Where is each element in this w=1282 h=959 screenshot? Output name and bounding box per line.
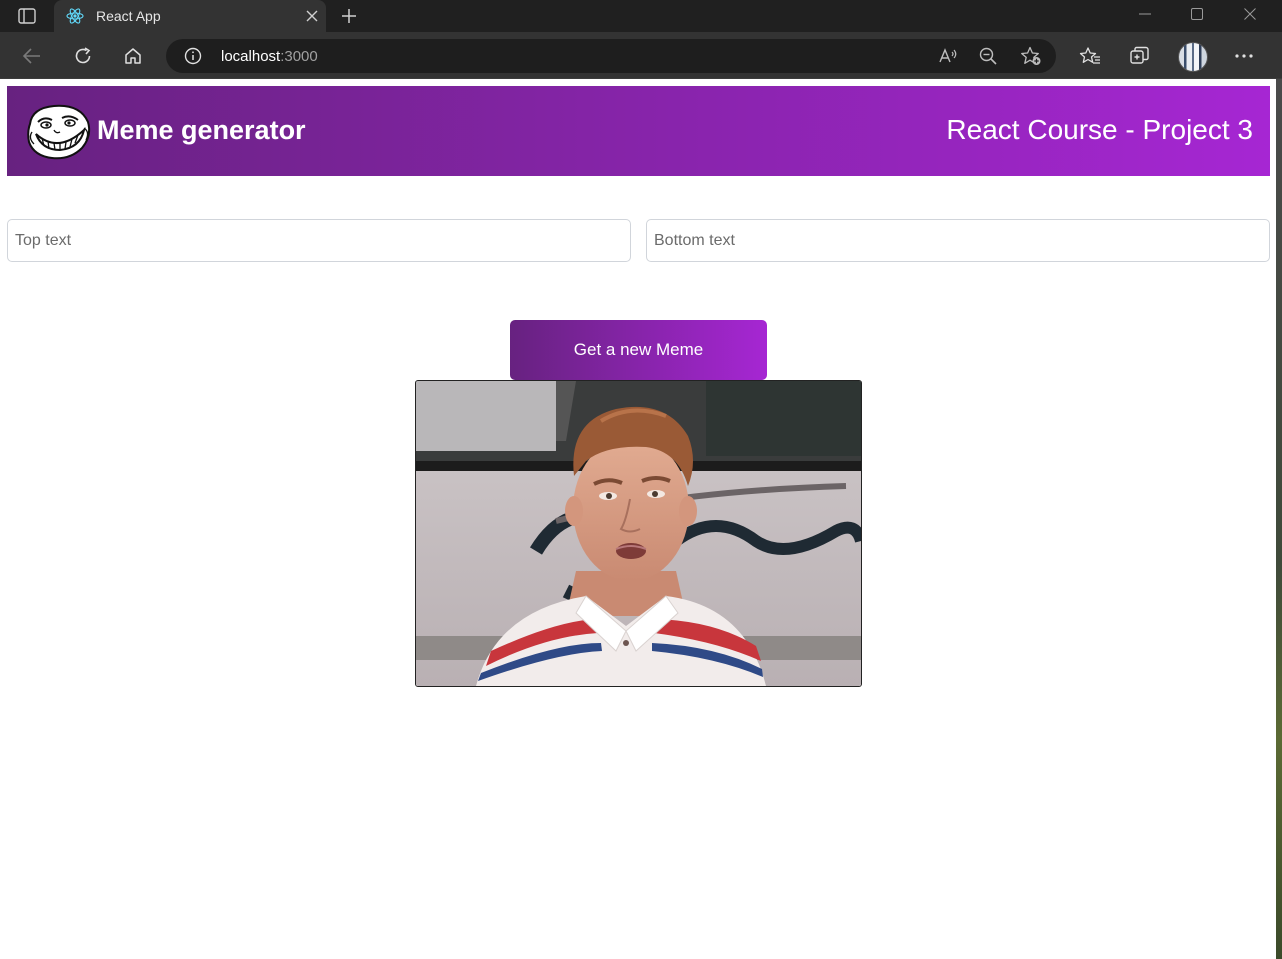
browser-tab-bar: React App xyxy=(0,0,1282,32)
tab-title: React App xyxy=(96,8,161,24)
course-label: React Course - Project 3 xyxy=(946,114,1253,145)
app-header: Meme generator React Course - Project 3 xyxy=(7,86,1270,176)
info-icon[interactable] xyxy=(184,47,202,65)
tab-actions-icon[interactable] xyxy=(12,6,42,26)
window-close-icon[interactable] xyxy=(1230,0,1270,28)
close-icon[interactable] xyxy=(304,8,320,24)
address-bar[interactable]: localhost:3000 xyxy=(166,39,1056,73)
home-icon[interactable] xyxy=(119,42,147,70)
favorites-icon[interactable] xyxy=(1076,42,1104,70)
address-port: :3000 xyxy=(280,48,318,65)
address-host: localhost xyxy=(221,48,281,65)
back-arrow-icon[interactable] xyxy=(18,42,46,70)
troll-face-logo xyxy=(24,102,92,162)
collections-icon[interactable] xyxy=(1126,42,1154,70)
top-text-input[interactable] xyxy=(7,219,631,262)
browser-tab[interactable]: React App xyxy=(54,0,326,32)
refresh-icon[interactable] xyxy=(69,42,97,70)
maximize-icon[interactable] xyxy=(1177,0,1217,28)
get-new-meme-button[interactable]: Get a new Meme xyxy=(510,320,767,380)
browser-toolbar: localhost:3000 xyxy=(0,32,1282,78)
read-aloud-icon[interactable] xyxy=(938,46,958,66)
bottom-text-input[interactable] xyxy=(646,219,1270,262)
app-title: Meme generator xyxy=(97,115,306,145)
zoom-out-icon[interactable] xyxy=(978,46,998,66)
desktop-background xyxy=(1276,79,1282,959)
ellipsis-icon[interactable] xyxy=(1230,42,1258,70)
page-viewport: Meme generator React Course - Project 3 … xyxy=(0,79,1276,959)
star-add-icon[interactable] xyxy=(1020,46,1041,66)
minimize-icon[interactable] xyxy=(1125,0,1165,28)
meme-image xyxy=(415,380,862,687)
address-text[interactable]: localhost:3000 xyxy=(221,48,318,65)
react-logo-icon xyxy=(66,7,84,25)
plus-icon[interactable] xyxy=(338,5,360,27)
profile-avatar[interactable] xyxy=(1178,42,1208,72)
